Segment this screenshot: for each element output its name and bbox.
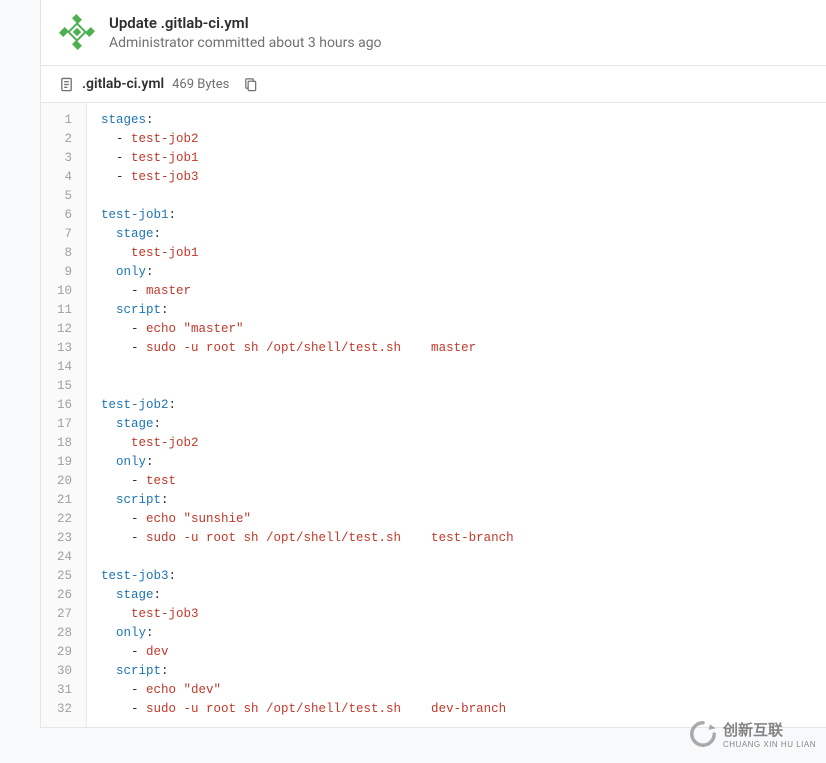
line-number[interactable]: 18: [41, 434, 74, 453]
code-line: only:: [87, 624, 826, 643]
commit-author: Administrator: [109, 35, 194, 51]
code-line: - master: [87, 282, 826, 301]
code-line: test-job3: [87, 605, 826, 624]
line-number[interactable]: 8: [41, 244, 74, 263]
commit-action: committed: [197, 35, 265, 51]
line-number[interactable]: 15: [41, 377, 74, 396]
code-line: test-job1:: [87, 206, 826, 225]
code-line: - test-job1: [87, 149, 826, 168]
code-line: [87, 377, 826, 396]
code-line: test-job2:: [87, 396, 826, 415]
code-line: - echo "sunshie": [87, 510, 826, 529]
code-line: stage:: [87, 586, 826, 605]
code-line: test-job1: [87, 244, 826, 263]
code-line: [87, 548, 826, 567]
line-number[interactable]: 32: [41, 700, 74, 719]
watermark-py: CHUANG XIN HU LIAN: [723, 740, 816, 749]
watermark: 创新互联 CHUANG XIN HU LIAN: [689, 719, 816, 749]
line-number[interactable]: 1: [41, 111, 74, 130]
copy-path-button[interactable]: [243, 77, 258, 92]
file-bar: .gitlab-ci.yml 469 Bytes: [41, 66, 826, 103]
line-number[interactable]: 22: [41, 510, 74, 529]
code-line: script:: [87, 662, 826, 681]
code-line: - test-job2: [87, 130, 826, 149]
code-line: [87, 187, 826, 206]
line-number[interactable]: 19: [41, 453, 74, 472]
code-line: test-job2: [87, 434, 826, 453]
line-number[interactable]: 25: [41, 567, 74, 586]
code-line: - dev: [87, 643, 826, 662]
code-viewer: 1234567891011121314151617181920212223242…: [41, 103, 826, 727]
code-line: - sudo -u root sh /opt/shell/test.sh mas…: [87, 339, 826, 358]
line-number[interactable]: 23: [41, 529, 74, 548]
line-number[interactable]: 9: [41, 263, 74, 282]
line-number[interactable]: 29: [41, 643, 74, 662]
commit-meta: Administrator committed about 3 hours ag…: [109, 35, 808, 51]
code-line: - echo "master": [87, 320, 826, 339]
code-content[interactable]: stages: - test-job2 - test-job1 - test-j…: [87, 103, 826, 727]
code-line: [87, 358, 826, 377]
file-name: .gitlab-ci.yml: [82, 76, 164, 92]
line-number[interactable]: 16: [41, 396, 74, 415]
line-number[interactable]: 5: [41, 187, 74, 206]
code-line: stage:: [87, 225, 826, 244]
line-number[interactable]: 27: [41, 605, 74, 624]
line-number[interactable]: 13: [41, 339, 74, 358]
line-number[interactable]: 14: [41, 358, 74, 377]
line-number[interactable]: 12: [41, 320, 74, 339]
avatar: [59, 14, 95, 50]
code-line: test-job3:: [87, 567, 826, 586]
line-number-gutter: 1234567891011121314151617181920212223242…: [41, 103, 87, 727]
line-number[interactable]: 26: [41, 586, 74, 605]
code-line: script:: [87, 301, 826, 320]
commit-time: about 3 hours ago: [269, 35, 382, 51]
line-number[interactable]: 31: [41, 681, 74, 700]
code-line: - test: [87, 472, 826, 491]
line-number[interactable]: 7: [41, 225, 74, 244]
commit-info: Update .gitlab-ci.yml Administrator comm…: [109, 14, 808, 51]
line-number[interactable]: 24: [41, 548, 74, 567]
file-size: 469 Bytes: [172, 77, 229, 92]
code-line: - sudo -u root sh /opt/shell/test.sh tes…: [87, 529, 826, 548]
commit-card: Update .gitlab-ci.yml Administrator comm…: [40, 0, 826, 728]
line-number[interactable]: 3: [41, 149, 74, 168]
watermark-logo-icon: [689, 720, 717, 748]
line-number[interactable]: 28: [41, 624, 74, 643]
code-line: - sudo -u root sh /opt/shell/test.sh dev…: [87, 700, 826, 719]
line-number[interactable]: 4: [41, 168, 74, 187]
code-line: stages:: [87, 111, 826, 130]
line-number[interactable]: 10: [41, 282, 74, 301]
code-line: - test-job3: [87, 168, 826, 187]
line-number[interactable]: 2: [41, 130, 74, 149]
line-number[interactable]: 6: [41, 206, 74, 225]
line-number[interactable]: 21: [41, 491, 74, 510]
commit-title: Update .gitlab-ci.yml: [109, 14, 808, 32]
code-line: - echo "dev": [87, 681, 826, 700]
line-number[interactable]: 17: [41, 415, 74, 434]
line-number[interactable]: 11: [41, 301, 74, 320]
line-number[interactable]: 30: [41, 662, 74, 681]
watermark-cn: 创新互联: [723, 719, 816, 740]
code-line: stage:: [87, 415, 826, 434]
commit-header: Update .gitlab-ci.yml Administrator comm…: [41, 0, 826, 66]
line-number[interactable]: 20: [41, 472, 74, 491]
watermark-text: 创新互联 CHUANG XIN HU LIAN: [723, 719, 816, 749]
code-line: script:: [87, 491, 826, 510]
code-line: only:: [87, 453, 826, 472]
document-icon: [59, 77, 74, 92]
code-line: only:: [87, 263, 826, 282]
